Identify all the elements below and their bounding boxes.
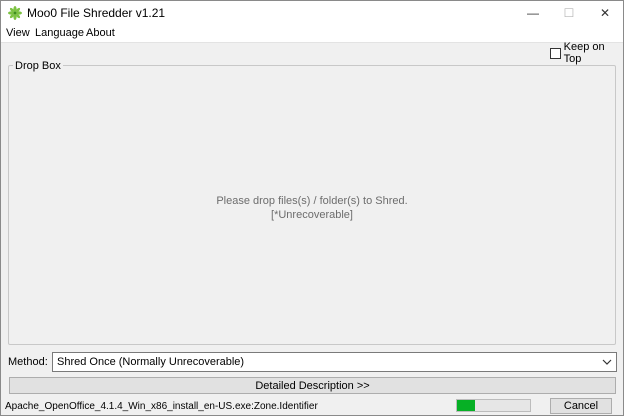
menu-view[interactable]: View	[4, 27, 32, 39]
drop-box-label: Drop Box	[13, 60, 63, 72]
drop-instruction: Please drop files(s) / folder(s) to Shre…	[216, 195, 408, 207]
title-bar[interactable]: Moo0 File Shredder v1.21 — ☐ ✕	[1, 1, 623, 25]
minimize-button[interactable]: —	[515, 1, 551, 25]
menu-about[interactable]: About	[84, 27, 117, 39]
method-selected-value: Shred Once (Normally Unrecoverable)	[57, 356, 245, 368]
drop-warning: [*Unrecoverable]	[271, 209, 353, 221]
app-window: Moo0 File Shredder v1.21 — ☐ ✕ View Lang…	[0, 0, 624, 416]
current-file-status: Apache_OpenOffice_4.1.4_Win_x86_install_…	[5, 401, 318, 412]
detailed-description-button[interactable]: Detailed Description >>	[9, 377, 616, 394]
cancel-button[interactable]: Cancel	[550, 398, 612, 414]
progress-bar	[456, 399, 531, 412]
method-label: Method:	[8, 356, 48, 368]
method-select[interactable]: Shred Once (Normally Unrecoverable)	[52, 352, 617, 372]
progress-fill	[457, 400, 476, 411]
menu-language[interactable]: Language	[33, 27, 86, 39]
menu-bar: View Language About	[1, 25, 623, 43]
chevron-down-icon	[602, 359, 612, 365]
keep-on-top-checkbox[interactable]	[550, 47, 561, 59]
maximize-button[interactable]: ☐	[551, 1, 587, 25]
leaf-icon	[8, 6, 22, 20]
keep-on-top-label: Keep on Top	[563, 41, 605, 65]
window-title: Moo0 File Shredder v1.21	[27, 6, 166, 20]
close-button[interactable]: ✕	[587, 1, 623, 25]
keep-on-top-option[interactable]: Keep on Top	[550, 41, 623, 65]
